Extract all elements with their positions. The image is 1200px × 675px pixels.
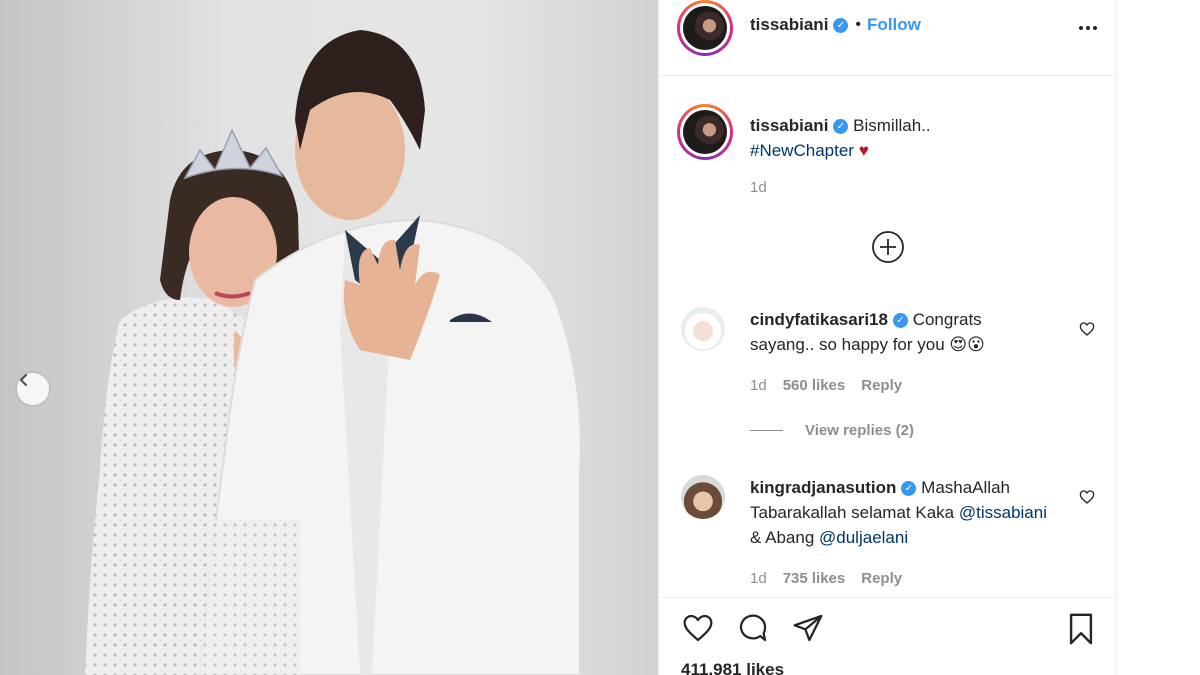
plus-circle-icon[interactable] xyxy=(871,230,905,269)
post-header: tissabiani ✓ • Follow xyxy=(659,0,1118,76)
verified-badge-icon: ✓ xyxy=(901,481,917,497)
caption-author-avatar[interactable] xyxy=(677,104,733,160)
verified-badge-icon: ✓ xyxy=(892,313,908,329)
comment-timestamp[interactable]: 1d xyxy=(750,377,767,394)
heart-emoji-icon: ♥ xyxy=(858,141,869,160)
view-replies-label: View replies (2) xyxy=(805,422,914,439)
comment-icon[interactable] xyxy=(736,612,770,649)
caption-author-username[interactable]: tissabiani xyxy=(750,116,828,135)
separator-dot: • xyxy=(855,16,862,33)
author-avatar[interactable] xyxy=(677,0,733,56)
commenter-username[interactable]: kingradjanasution xyxy=(750,478,896,497)
comment-body-and: & Abang xyxy=(750,528,815,547)
reply-button[interactable]: Reply xyxy=(861,377,902,394)
post-side-panel: tissabiani ✓ • Follow tissabiani ✓ Bismil… xyxy=(658,0,1118,675)
comment-likes[interactable]: 560 likes xyxy=(783,377,846,394)
comment-like-heart-icon[interactable] xyxy=(1079,489,1095,510)
comment-text: kingradjanasution ✓ MashaAllah Tabarakall… xyxy=(750,475,1050,550)
caption-body: Bismillah.. xyxy=(853,116,931,135)
post-photo xyxy=(0,0,658,675)
header-user: tissabiani ✓ • Follow xyxy=(750,15,921,35)
heart-icon[interactable] xyxy=(681,612,715,649)
comment-like-heart-icon[interactable] xyxy=(1079,321,1095,342)
comment-meta: 1d 735 likes Reply xyxy=(750,570,902,587)
more-options-icon[interactable] xyxy=(1078,18,1098,43)
commenter-avatar[interactable] xyxy=(681,475,725,519)
mention-link[interactable]: @duljaelani xyxy=(819,528,908,547)
page-background xyxy=(1117,0,1200,675)
verified-badge-icon: ✓ xyxy=(833,119,849,135)
author-username[interactable]: tissabiani xyxy=(750,15,828,35)
caption-hashtag[interactable]: #NewChapter xyxy=(750,141,854,160)
caption-text: tissabiani ✓ Bismillah.. #NewChapter ♥ xyxy=(750,113,1090,163)
wedding-photo-illustration xyxy=(0,0,658,675)
comment-likes[interactable]: 735 likes xyxy=(783,570,846,587)
send-icon[interactable] xyxy=(791,612,825,649)
commenter-avatar[interactable] xyxy=(681,307,725,351)
verified-badge-icon: ✓ xyxy=(833,17,849,33)
post-action-bar: 411,981 likes xyxy=(659,597,1118,675)
mention-link[interactable]: @tissabiani xyxy=(959,503,1047,522)
view-replies-button[interactable]: View replies (2) xyxy=(750,422,914,439)
emoji-icon: 😍😮 xyxy=(949,335,985,354)
comment-timestamp[interactable]: 1d xyxy=(750,570,767,587)
follow-button[interactable]: Follow xyxy=(867,15,921,35)
commenter-username[interactable]: cindyfatikasari18 xyxy=(750,310,888,329)
bookmark-icon[interactable] xyxy=(1064,612,1098,651)
reply-button[interactable]: Reply xyxy=(861,570,902,587)
carousel-prev-button[interactable] xyxy=(17,373,49,405)
comment-meta: 1d 560 likes Reply xyxy=(750,377,902,394)
caption-timestamp[interactable]: 1d xyxy=(750,179,767,196)
comment-text: cindyfatikasari18 ✓ Congrats sayang.. so … xyxy=(750,307,1050,357)
post-likes-count[interactable]: 411,981 likes xyxy=(681,660,784,675)
